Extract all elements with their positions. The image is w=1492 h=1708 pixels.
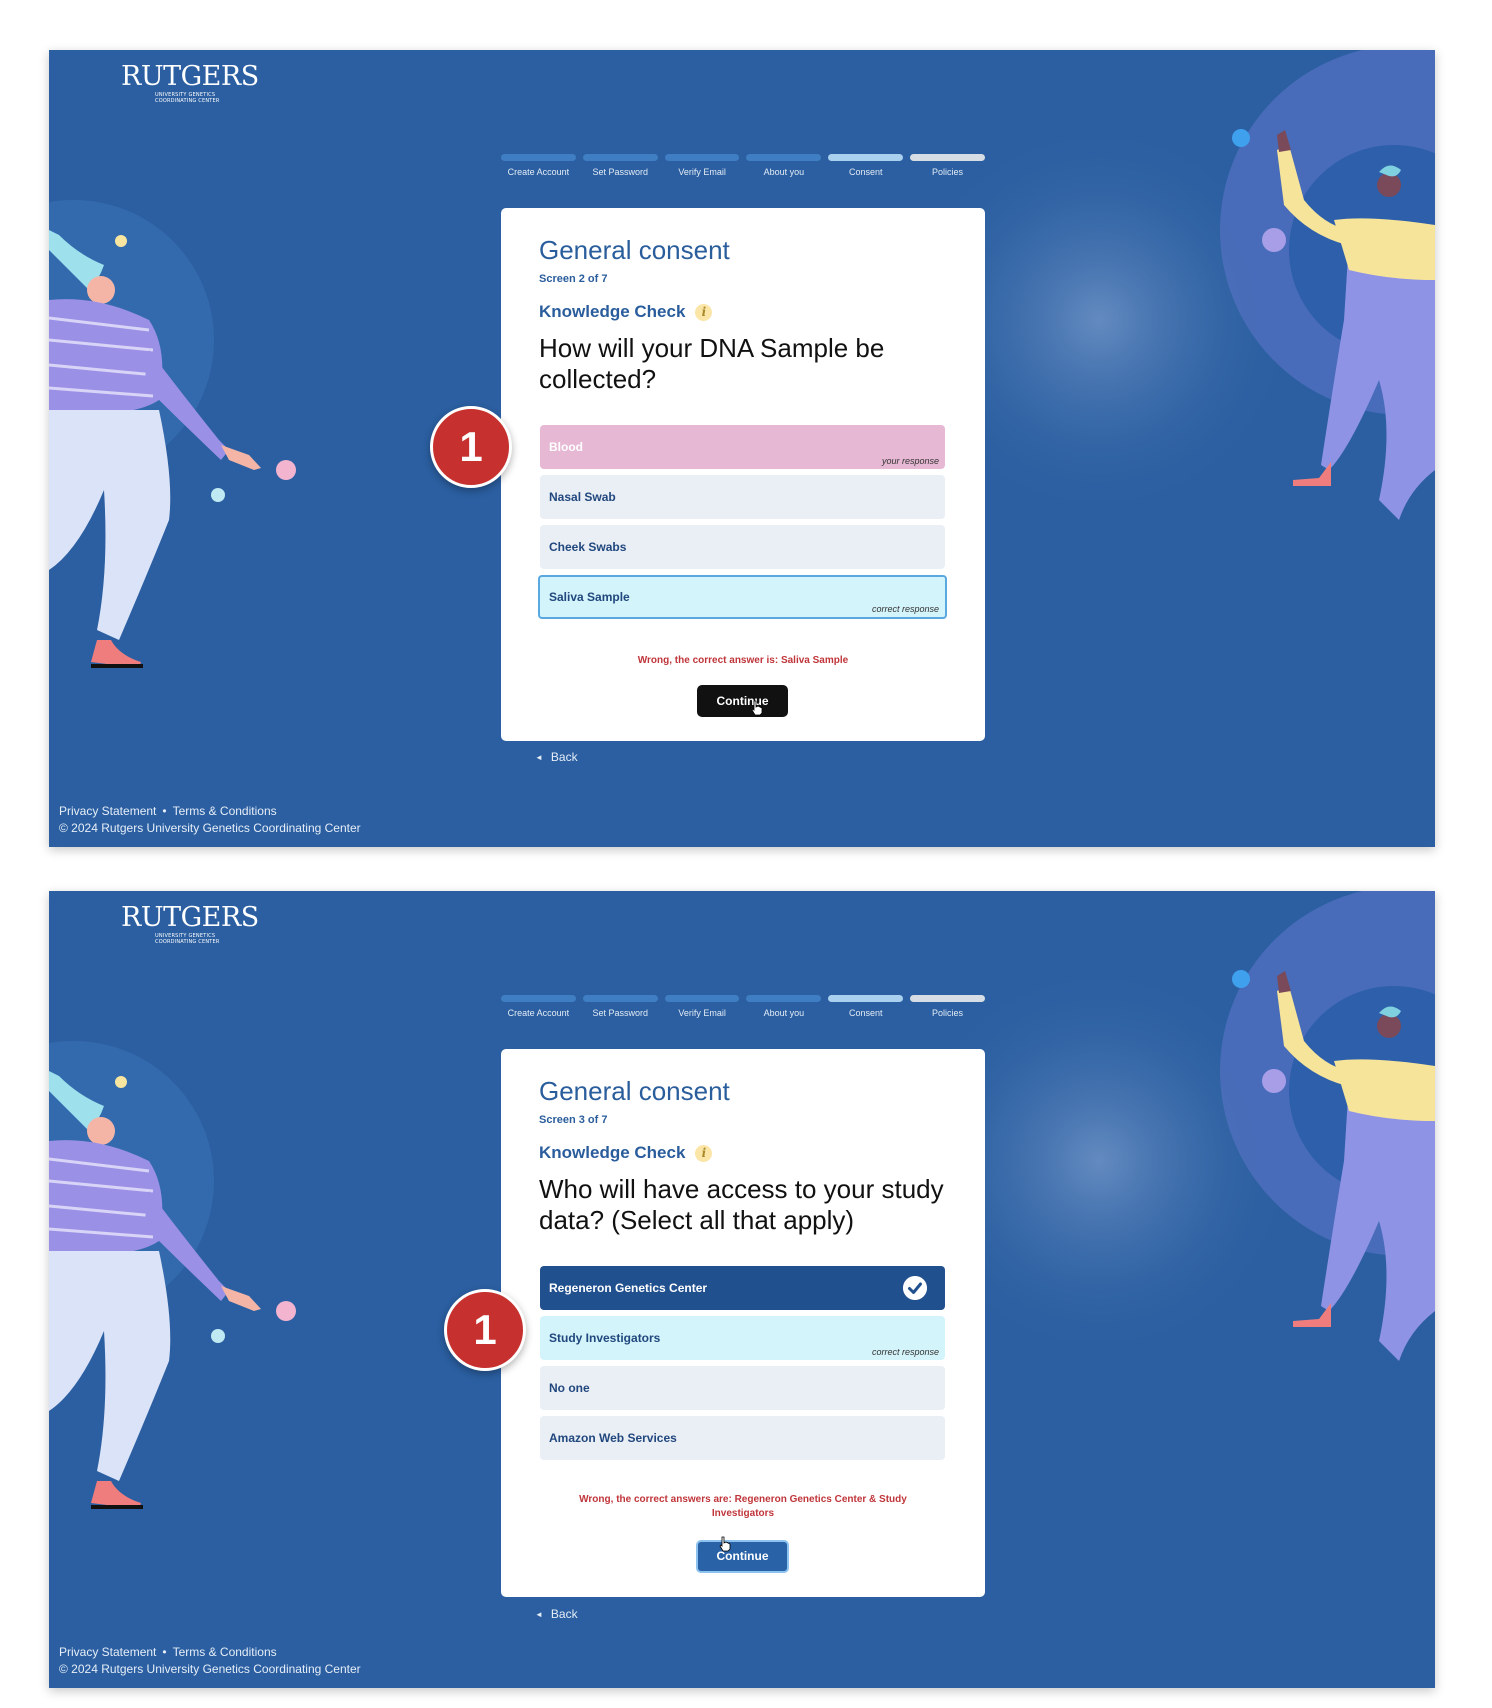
option-nasal-swab[interactable]: Nasal Swab <box>540 475 945 519</box>
back-link-label: Back <box>550 750 578 764</box>
section-heading: Knowledge Check i <box>539 1143 713 1163</box>
progress-bar-create-account <box>501 154 576 161</box>
progress-bar-create-account <box>501 995 576 1002</box>
knowledge-check-card: General consent Screen 3 of 7 Knowledge … <box>501 1049 985 1597</box>
correct-response-note: correct response <box>871 604 939 614</box>
section-heading: Knowledge Check i <box>539 302 713 322</box>
hand-cursor-icon <box>719 1536 731 1552</box>
progress-stepper: Create Account Set Password Verify Email… <box>501 995 985 1018</box>
page-title: General consent <box>539 235 730 265</box>
your-response-note: your response <box>881 456 939 466</box>
copyright-text: © 2024 Rutgers University Genetics Coord… <box>59 821 361 835</box>
progress-label-consent: Consent <box>848 167 883 177</box>
progress-label-set-password: Set Password <box>592 167 648 177</box>
back-link[interactable]: ◄ Back <box>535 1607 578 1621</box>
back-link-label: Back <box>550 1607 578 1621</box>
privacy-statement-link[interactable]: Privacy Statement <box>59 804 156 818</box>
footer-separator: • <box>162 804 167 818</box>
question-text: Who will have access to your study data?… <box>539 1174 944 1235</box>
checkmark-icon <box>903 1276 927 1300</box>
logo-subtitle-line2: COORDINATING CENTER <box>155 939 220 945</box>
section-heading-label: Knowledge Check <box>539 302 686 321</box>
error-message: Wrong, the correct answers are: Regenero… <box>579 1494 907 1519</box>
knowledge-check-card: General consent Screen 2 of 7 Knowledge … <box>501 208 985 741</box>
progress-bar-about-you <box>746 995 822 1002</box>
footer: Privacy Statement • Terms & Conditions © 2… <box>59 1644 361 1678</box>
logo-wordmark: RUTGERS <box>121 61 259 92</box>
progress-stepper: Create Account Set Password Verify Email… <box>501 154 985 177</box>
footer-separator: • <box>162 1645 167 1659</box>
step-number-badge: 1 <box>430 406 512 488</box>
screen-number: Screen 2 of 7 <box>539 273 608 285</box>
back-arrow-icon: ◄ <box>535 753 543 762</box>
progress-label-policies: Policies <box>932 167 964 177</box>
option-blood[interactable]: Blood your response <box>540 425 945 469</box>
progress-label-policies: Policies <box>932 1008 964 1018</box>
section-heading-label: Knowledge Check <box>539 1143 686 1162</box>
option-saliva-sample[interactable]: Saliva Sample correct response <box>538 575 947 619</box>
info-icon[interactable]: i <box>695 1144 713 1162</box>
terms-conditions-link[interactable]: Terms & Conditions <box>173 804 277 818</box>
progress-label-about-you: About you <box>763 1008 805 1018</box>
screen-number: Screen 3 of 7 <box>539 1114 608 1126</box>
progress-bar-set-password <box>582 154 658 161</box>
rutgers-logo: RUTGERS UNIVERSITY GENETICS COORDINATING… <box>121 61 259 105</box>
option-no-one[interactable]: No one <box>540 1366 945 1410</box>
answer-options: Regeneron Genetics Center Study Investig… <box>540 1266 945 1466</box>
logo-wordmark: RUTGERS <box>121 902 259 933</box>
rutgers-logo: RUTGERS UNIVERSITY GENETICS COORDINATING… <box>121 902 259 946</box>
progress-label-create-account: Create Account <box>507 167 570 177</box>
option-cheek-swabs[interactable]: Cheek Swabs <box>540 525 945 569</box>
copyright-text: © 2024 Rutgers University Genetics Coord… <box>59 1662 361 1676</box>
option-label: No one <box>549 1381 590 1395</box>
question-text: How will your DNA Sample be collected? <box>539 333 885 394</box>
error-message: Wrong, the correct answer is: Saliva Sam… <box>637 655 849 666</box>
progress-bar-policies <box>910 154 985 161</box>
info-icon[interactable]: i <box>695 303 713 321</box>
terms-conditions-link[interactable]: Terms & Conditions <box>173 1645 277 1659</box>
correct-response-note: correct response <box>871 1347 939 1357</box>
progress-bar-verify-email <box>664 995 740 1002</box>
answer-options: Blood your response Nasal Swab Cheek Swa… <box>538 425 947 625</box>
step-number-badge: 1 <box>444 1289 526 1371</box>
option-label: Nasal Swab <box>549 490 616 504</box>
option-label: Blood <box>549 440 583 454</box>
progress-bar-verify-email <box>664 154 740 161</box>
continue-button[interactable]: Continue <box>697 685 788 717</box>
privacy-statement-link[interactable]: Privacy Statement <box>59 1645 156 1659</box>
option-label: Regeneron Genetics Center <box>549 1281 708 1295</box>
option-regeneron-genetics-center[interactable]: Regeneron Genetics Center <box>540 1266 945 1310</box>
page-title: General consent <box>539 1076 730 1106</box>
progress-label-set-password: Set Password <box>592 1008 648 1018</box>
continue-button[interactable]: Continue <box>696 1540 789 1573</box>
progress-label-consent: Consent <box>848 1008 883 1018</box>
progress-bar-policies <box>910 995 985 1002</box>
progress-bar-consent <box>828 154 904 161</box>
progress-bar-set-password <box>582 995 658 1002</box>
footer: Privacy Statement • Terms & Conditions © 2… <box>59 803 361 837</box>
progress-label-create-account: Create Account <box>507 1008 570 1018</box>
progress-bar-about-you <box>746 154 822 161</box>
progress-bar-consent <box>828 995 904 1002</box>
option-label: Amazon Web Services <box>549 1431 677 1445</box>
consent-screen-3-panel: RUTGERS UNIVERSITY GENETICS COORDINATING… <box>49 891 1435 1688</box>
option-label: Cheek Swabs <box>549 540 627 554</box>
progress-label-verify-email: Verify Email <box>678 167 726 177</box>
progress-label-about-you: About you <box>763 167 805 177</box>
consent-screen-2-panel: RUTGERS UNIVERSITY GENETICS COORDINATING… <box>49 50 1435 847</box>
option-amazon-web-services[interactable]: Amazon Web Services <box>540 1416 945 1460</box>
option-label: Saliva Sample <box>549 590 630 604</box>
option-label: Study Investigators <box>549 1331 661 1345</box>
hand-cursor-icon <box>751 700 763 716</box>
progress-label-verify-email: Verify Email <box>678 1008 726 1018</box>
logo-subtitle-line2: COORDINATING CENTER <box>155 98 220 104</box>
option-study-investigators[interactable]: Study Investigators correct response <box>540 1316 945 1360</box>
back-arrow-icon: ◄ <box>535 1610 543 1619</box>
back-link[interactable]: ◄ Back <box>535 750 578 764</box>
